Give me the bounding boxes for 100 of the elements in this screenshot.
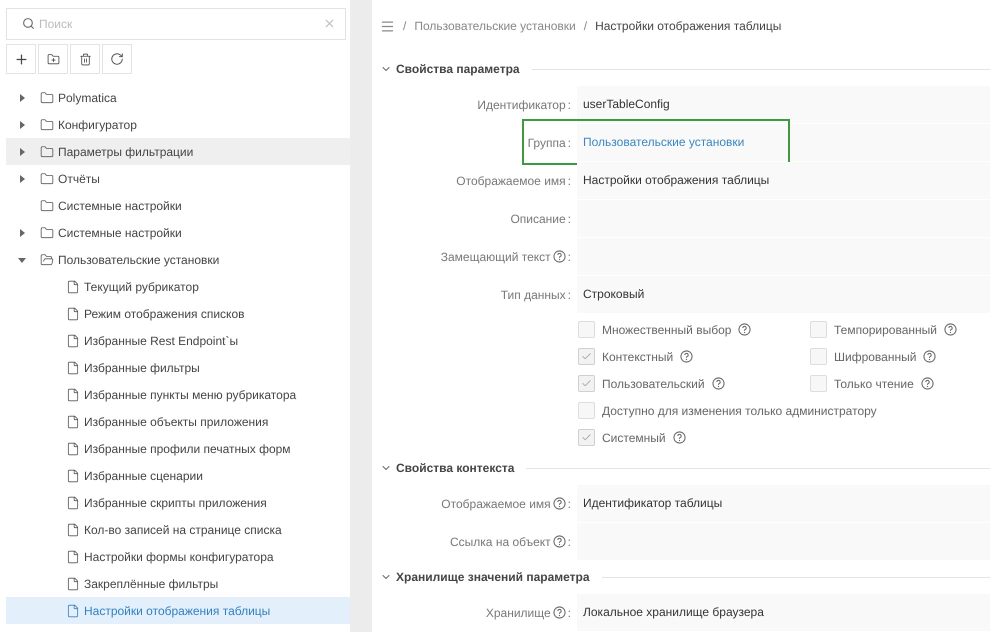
checkbox[interactable] bbox=[578, 375, 595, 392]
help-icon[interactable] bbox=[672, 431, 686, 444]
field-label: Хранилище bbox=[486, 606, 551, 620]
help-icon[interactable] bbox=[712, 377, 725, 390]
section-header[interactable]: Свойства параметра bbox=[380, 62, 520, 76]
file-icon bbox=[66, 360, 80, 374]
folder-plus-icon bbox=[46, 52, 60, 66]
search-field[interactable]: Поиск bbox=[6, 8, 346, 40]
checkbox[interactable] bbox=[578, 402, 595, 420]
field-value: Локальное хранилище браузера bbox=[583, 605, 764, 620]
tree-item[interactable]: Настройки отображения таблицы bbox=[6, 597, 350, 624]
checkbox[interactable] bbox=[810, 321, 827, 338]
trash-icon bbox=[78, 52, 92, 66]
checkbox[interactable] bbox=[578, 429, 595, 446]
folder-icon bbox=[40, 90, 54, 104]
file-icon bbox=[66, 306, 80, 320]
file-icon bbox=[66, 280, 80, 294]
colon: : bbox=[568, 534, 571, 549]
colon: : bbox=[568, 174, 571, 188]
field-input[interactable]: Пользовательские установки bbox=[577, 124, 990, 162]
caret-right-icon[interactable] bbox=[18, 120, 26, 128]
colon: : bbox=[568, 496, 571, 511]
colon: : bbox=[568, 136, 571, 150]
field-value: Идентификатор таблицы bbox=[583, 496, 722, 510]
colon: : bbox=[568, 250, 571, 264]
folder-icon bbox=[40, 118, 54, 132]
file-icon bbox=[66, 550, 80, 564]
field-label: Отображаемое имя bbox=[456, 174, 566, 188]
checkbox-label: Пользовательский bbox=[602, 376, 705, 391]
field-input[interactable]: userTableConfig bbox=[577, 86, 990, 124]
file-icon bbox=[66, 576, 80, 590]
colon: : bbox=[568, 98, 571, 112]
checkbox-label: Темпорированный bbox=[834, 322, 937, 337]
caret-right-icon[interactable] bbox=[18, 94, 26, 102]
folder-open-icon bbox=[40, 252, 54, 266]
folder-icon bbox=[40, 172, 54, 186]
field-input[interactable]: Идентификатор таблицы bbox=[577, 484, 990, 523]
file-icon bbox=[66, 522, 80, 536]
checkbox-label: Только чтение bbox=[834, 376, 914, 391]
checkbox-label: Шифрованный bbox=[834, 350, 916, 364]
file-icon bbox=[66, 604, 80, 618]
separator: / bbox=[403, 19, 406, 34]
help-icon[interactable] bbox=[920, 377, 934, 390]
help-icon[interactable] bbox=[552, 606, 566, 620]
colon: : bbox=[568, 606, 571, 620]
checkbox[interactable] bbox=[578, 348, 595, 366]
field-value: Настройки отображения таблицы bbox=[583, 173, 770, 188]
file-icon bbox=[66, 468, 80, 482]
caret-down-icon[interactable] bbox=[18, 256, 26, 264]
field-label: Идентификатор bbox=[477, 98, 566, 112]
refresh-icon bbox=[110, 52, 124, 66]
checkbox-label: Системный bbox=[602, 430, 666, 445]
menu-icon[interactable] bbox=[380, 18, 395, 34]
caret-right-icon[interactable] bbox=[18, 228, 26, 236]
field-value: userTableConfig bbox=[583, 97, 670, 112]
file-icon bbox=[66, 414, 80, 428]
field-input[interactable]: Настройки отображения таблицы bbox=[577, 162, 990, 200]
checkbox-label: Доступно для изменения только администратору bbox=[602, 404, 877, 418]
add-button[interactable] bbox=[6, 44, 36, 74]
section-header[interactable]: Свойства контекста bbox=[380, 461, 514, 476]
refresh-button[interactable] bbox=[102, 44, 132, 74]
checkbox[interactable] bbox=[578, 321, 595, 338]
folder-icon bbox=[40, 198, 54, 212]
field-value: Строковый bbox=[583, 287, 644, 302]
help-icon[interactable] bbox=[552, 535, 566, 548]
help-icon[interactable] bbox=[923, 350, 936, 364]
separator: / bbox=[584, 19, 588, 34]
checkbox[interactable] bbox=[810, 348, 827, 366]
new-folder-button[interactable] bbox=[38, 44, 68, 74]
field-label: Замещающий текст bbox=[440, 250, 551, 264]
help-icon[interactable] bbox=[552, 497, 566, 510]
checkbox-label: Множественный выбор bbox=[602, 322, 732, 337]
help-icon[interactable] bbox=[944, 323, 957, 336]
file-icon bbox=[66, 334, 80, 348]
plus-icon bbox=[14, 52, 28, 66]
search-icon bbox=[22, 17, 35, 30]
caret-right-icon[interactable] bbox=[18, 148, 26, 156]
help-icon[interactable] bbox=[680, 350, 694, 364]
field-input[interactable]: Локальное хранилище браузера bbox=[577, 594, 990, 632]
file-icon bbox=[66, 496, 80, 510]
caret-right-icon[interactable] bbox=[18, 174, 26, 182]
field-label: Тип данных bbox=[500, 288, 566, 302]
breadcrumb-current: Настройки отображения таблицы bbox=[595, 19, 782, 34]
field-label: Ссылка на объект bbox=[450, 534, 551, 549]
help-icon[interactable] bbox=[552, 250, 566, 264]
group-link[interactable]: Пользовательские установки bbox=[583, 135, 744, 150]
field-input[interactable]: Строковый bbox=[577, 276, 990, 314]
breadcrumb-link[interactable]: Пользовательские установки bbox=[414, 19, 576, 34]
checkbox[interactable] bbox=[810, 375, 827, 392]
colon: : bbox=[568, 288, 571, 302]
checkbox-label: Контекстный bbox=[602, 350, 674, 364]
file-icon bbox=[66, 442, 80, 456]
help-icon[interactable] bbox=[738, 323, 752, 336]
tree-item[interactable]: Параметры фильтрации bbox=[6, 138, 350, 165]
delete-button[interactable] bbox=[70, 44, 100, 74]
field-label: Группа bbox=[528, 136, 566, 150]
section-header[interactable]: Хранилище значений параметра bbox=[380, 570, 590, 584]
folder-icon bbox=[40, 226, 54, 240]
field-label: Отображаемое имя bbox=[441, 496, 551, 511]
folder-icon bbox=[40, 144, 54, 158]
